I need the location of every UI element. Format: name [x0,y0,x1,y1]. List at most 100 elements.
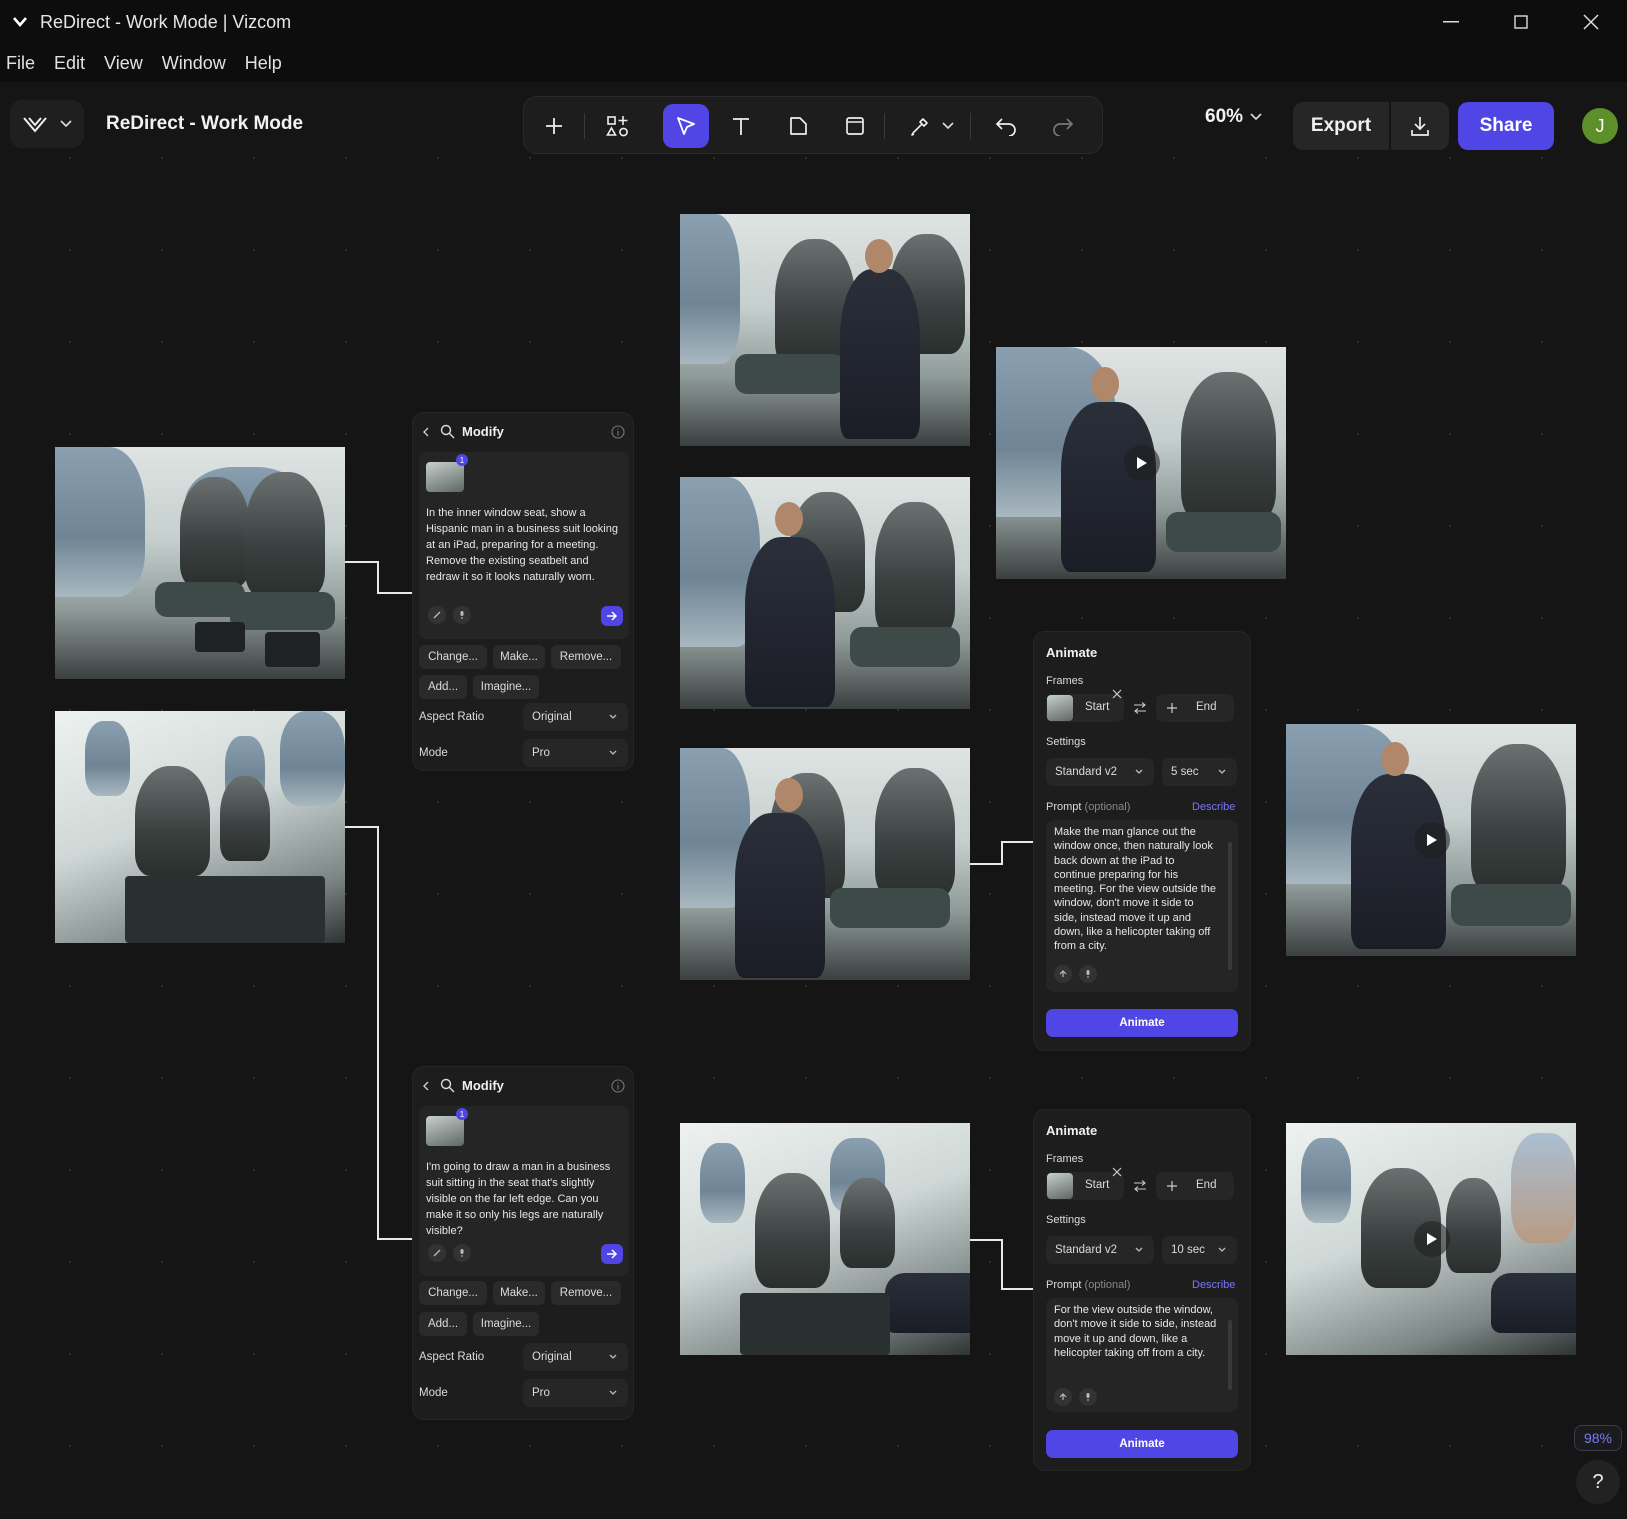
animate-prompt-text[interactable]: For the view outside the window, don't m… [1054,1303,1218,1360]
remove-frame-icon[interactable] [1112,1167,1122,1177]
quick-action-make[interactable]: Make... [493,1281,545,1305]
quick-action-imagine[interactable]: Imagine... [473,1312,539,1336]
app-menu-chevron-icon[interactable] [0,0,40,44]
brush-icon[interactable] [428,606,446,624]
modify-icon [440,1078,455,1093]
swap-icon[interactable] [1133,702,1147,714]
zoom-dropdown[interactable]: 60% [1205,106,1262,128]
quick-action-change[interactable]: Change... [419,1281,487,1305]
prompt-label-text: Prompt [1046,801,1082,813]
generated-image[interactable] [680,214,970,446]
menu-window[interactable]: Window [162,53,226,74]
download-button[interactable] [1391,102,1449,150]
play-button[interactable] [1414,822,1450,858]
play-button[interactable] [1124,445,1160,481]
prompt-box[interactable]: 1 In the inner window seat, show a Hispa… [419,452,629,639]
describe-link[interactable]: Describe [1192,801,1235,813]
menu-help[interactable]: Help [245,53,282,74]
avatar[interactable]: J [1582,108,1618,144]
upload-icon[interactable] [1054,965,1072,983]
select-tool[interactable] [663,104,709,148]
document-title[interactable]: ReDirect - Work Mode [106,113,303,135]
eyedropper-options[interactable] [936,104,960,148]
chevron-left-icon[interactable] [423,1081,429,1091]
shapes-tool[interactable] [595,104,641,148]
export-button[interactable]: Export [1293,102,1389,150]
video-output[interactable] [1286,724,1576,956]
video-output[interactable] [996,347,1286,579]
share-button[interactable]: Share [1458,102,1554,150]
duration-select[interactable]: 10 sec [1162,1236,1237,1264]
microphone-icon[interactable] [1079,1388,1097,1406]
animate-button[interactable]: Animate [1046,1430,1238,1458]
aspect-ratio-select[interactable]: Original [523,703,628,731]
play-icon [1137,457,1147,469]
mode-select[interactable]: Pro [523,1379,628,1407]
quick-action-imagine[interactable]: Imagine... [473,675,539,699]
play-button[interactable] [1414,1221,1450,1257]
animate-button[interactable]: Animate [1046,1009,1238,1037]
add-tool[interactable] [531,104,577,148]
prompt-text[interactable]: I'm going to draw a man in a business su… [426,1159,622,1239]
prompt-text[interactable]: In the inner window seat, show a Hispani… [426,505,622,585]
duration-select[interactable]: 5 sec [1162,758,1237,786]
generated-image[interactable] [680,1123,970,1355]
maximize-icon[interactable] [1487,0,1555,44]
scrollbar[interactable] [1228,842,1232,970]
remove-frame-icon[interactable] [1112,689,1122,699]
text-tool[interactable] [718,104,764,148]
toolbar-divider [970,113,971,139]
logo-menu-button[interactable] [10,100,84,148]
info-icon[interactable] [611,425,625,439]
frame-tool[interactable] [832,104,878,148]
canvas[interactable]: ReDirect - Work Mode 60% Export Share J … [0,82,1627,1519]
brush-icon[interactable] [428,1244,446,1262]
mode-select[interactable]: Pro [523,739,628,767]
quick-action-make[interactable]: Make... [493,645,545,669]
microphone-icon[interactable] [1079,965,1097,983]
quick-action-remove[interactable]: Remove... [551,645,621,669]
minimize-icon[interactable] [1417,0,1485,44]
aspect-ratio-value: Original [532,711,572,723]
generated-image[interactable] [680,748,970,980]
close-icon[interactable] [1557,0,1625,44]
describe-link[interactable]: Describe [1192,1279,1235,1291]
microphone-icon[interactable] [453,606,471,624]
source-image-seats[interactable] [55,447,345,679]
reference-thumbnail[interactable] [426,462,464,492]
send-button[interactable] [601,1244,623,1264]
send-button[interactable] [601,606,623,626]
menu-view[interactable]: View [104,53,143,74]
quick-action-remove[interactable]: Remove... [551,1281,621,1305]
generated-image[interactable] [680,477,970,709]
prompt-box[interactable]: 1 I'm going to draw a man in a business … [419,1106,629,1276]
chevron-left-icon[interactable] [423,427,429,437]
page-tool[interactable] [775,104,821,148]
source-image-cabin[interactable] [55,711,345,943]
reference-thumbnail[interactable] [426,1116,464,1146]
model-select[interactable]: Standard v2 [1046,758,1154,786]
quick-action-add[interactable]: Add... [419,1312,467,1336]
microphone-icon[interactable] [453,1244,471,1262]
quick-action-add[interactable]: Add... [419,675,467,699]
swap-icon[interactable] [1133,1180,1147,1192]
upload-icon[interactable] [1054,1388,1072,1406]
model-select[interactable]: Standard v2 [1046,1236,1154,1264]
quick-action-change[interactable]: Change... [419,645,487,669]
scrollbar[interactable] [1228,1320,1232,1390]
redo-button[interactable] [1040,104,1086,148]
animate-prompt-text[interactable]: Make the man glance out the window once,… [1054,825,1218,954]
aspect-ratio-select[interactable]: Original [523,1343,628,1371]
end-frame[interactable]: End [1156,694,1234,722]
help-button[interactable]: ? [1576,1460,1620,1504]
prompt-label: Prompt (optional) [1046,801,1130,813]
animate-prompt-box[interactable]: Make the man glance out the window once,… [1046,820,1238,992]
undo-button[interactable] [983,104,1029,148]
menu-edit[interactable]: Edit [54,53,85,74]
menu-file[interactable]: File [6,53,35,74]
animate-prompt-box[interactable]: For the view outside the window, don't m… [1046,1298,1238,1412]
model-value: Standard v2 [1055,766,1118,778]
end-frame[interactable]: End [1156,1172,1234,1200]
info-icon[interactable] [611,1079,625,1093]
video-output[interactable] [1286,1123,1576,1355]
